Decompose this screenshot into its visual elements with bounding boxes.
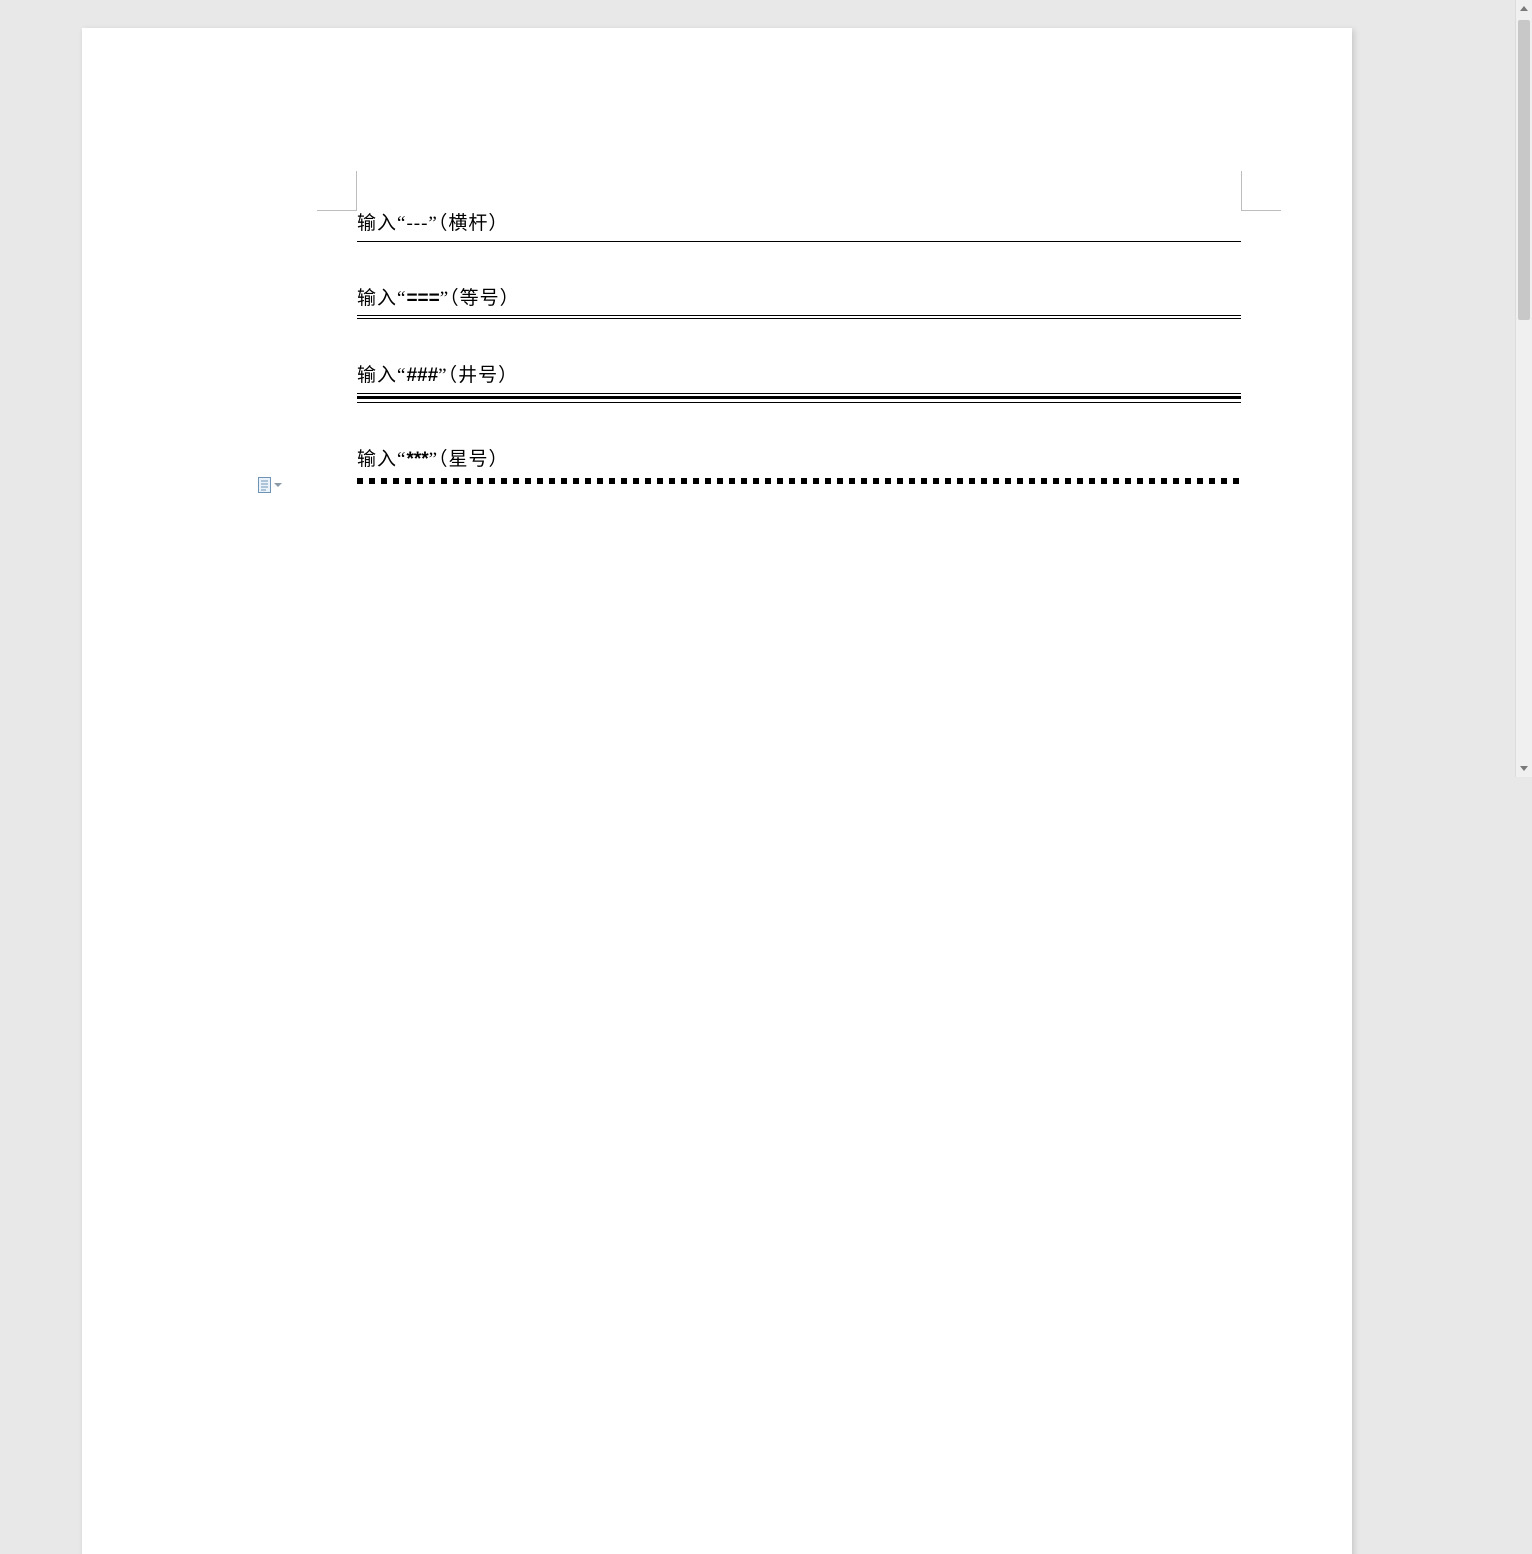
scrollbar-thumb[interactable] xyxy=(1518,20,1530,320)
text-suffix: ”（横杆） xyxy=(428,213,508,234)
document-page[interactable]: 输入“---”（横杆） 输入“===”（等号） 输入“###”（井号） 输入“*… xyxy=(82,28,1352,1554)
paragraph-block[interactable]: 输入“###”（井号） xyxy=(357,363,1241,403)
margin-mark-top-right xyxy=(1241,171,1281,211)
paste-options-button[interactable] xyxy=(258,476,286,494)
scroll-up-button[interactable] xyxy=(1516,0,1532,17)
horizontal-line-double xyxy=(357,315,1241,319)
text-prefix: 输入“ xyxy=(357,288,406,309)
text-suffix: ”（星号） xyxy=(429,449,509,470)
text-prefix: 输入“ xyxy=(357,449,406,470)
paragraph-block[interactable]: 输入“***”（星号） xyxy=(357,447,1241,485)
text-suffix: ”（等号） xyxy=(440,288,520,309)
document-content-area[interactable]: 输入“---”（横杆） 输入“===”（等号） 输入“###”（井号） 输入“*… xyxy=(357,211,1241,528)
scroll-down-button[interactable] xyxy=(1516,760,1532,777)
vertical-scrollbar[interactable] xyxy=(1515,0,1532,777)
chevron-down-icon xyxy=(274,483,282,487)
text-symbol: === xyxy=(406,288,439,309)
text-symbol: --- xyxy=(406,213,428,234)
text-prefix: 输入“ xyxy=(357,365,406,386)
text-suffix: ”（井号） xyxy=(438,365,518,386)
paragraph-text[interactable]: 输入“---”（横杆） xyxy=(357,211,1241,238)
text-prefix: 输入“ xyxy=(357,213,406,234)
paste-options-icon xyxy=(258,477,271,493)
horizontal-line-single xyxy=(357,241,1241,242)
horizontal-line-triple xyxy=(357,393,1241,403)
paragraph-text[interactable]: 输入“###”（井号） xyxy=(357,363,1241,390)
horizontal-line-dotted xyxy=(357,478,1241,484)
text-symbol: ### xyxy=(406,365,438,386)
paragraph-text[interactable]: 输入“===”（等号） xyxy=(357,286,1241,313)
margin-mark-top-left xyxy=(317,171,357,211)
paragraph-block[interactable]: 输入“---”（横杆） xyxy=(357,211,1241,242)
paragraph-block[interactable]: 输入“===”（等号） xyxy=(357,286,1241,320)
paragraph-text[interactable]: 输入“***”（星号） xyxy=(357,447,1241,474)
text-symbol: *** xyxy=(406,449,428,470)
